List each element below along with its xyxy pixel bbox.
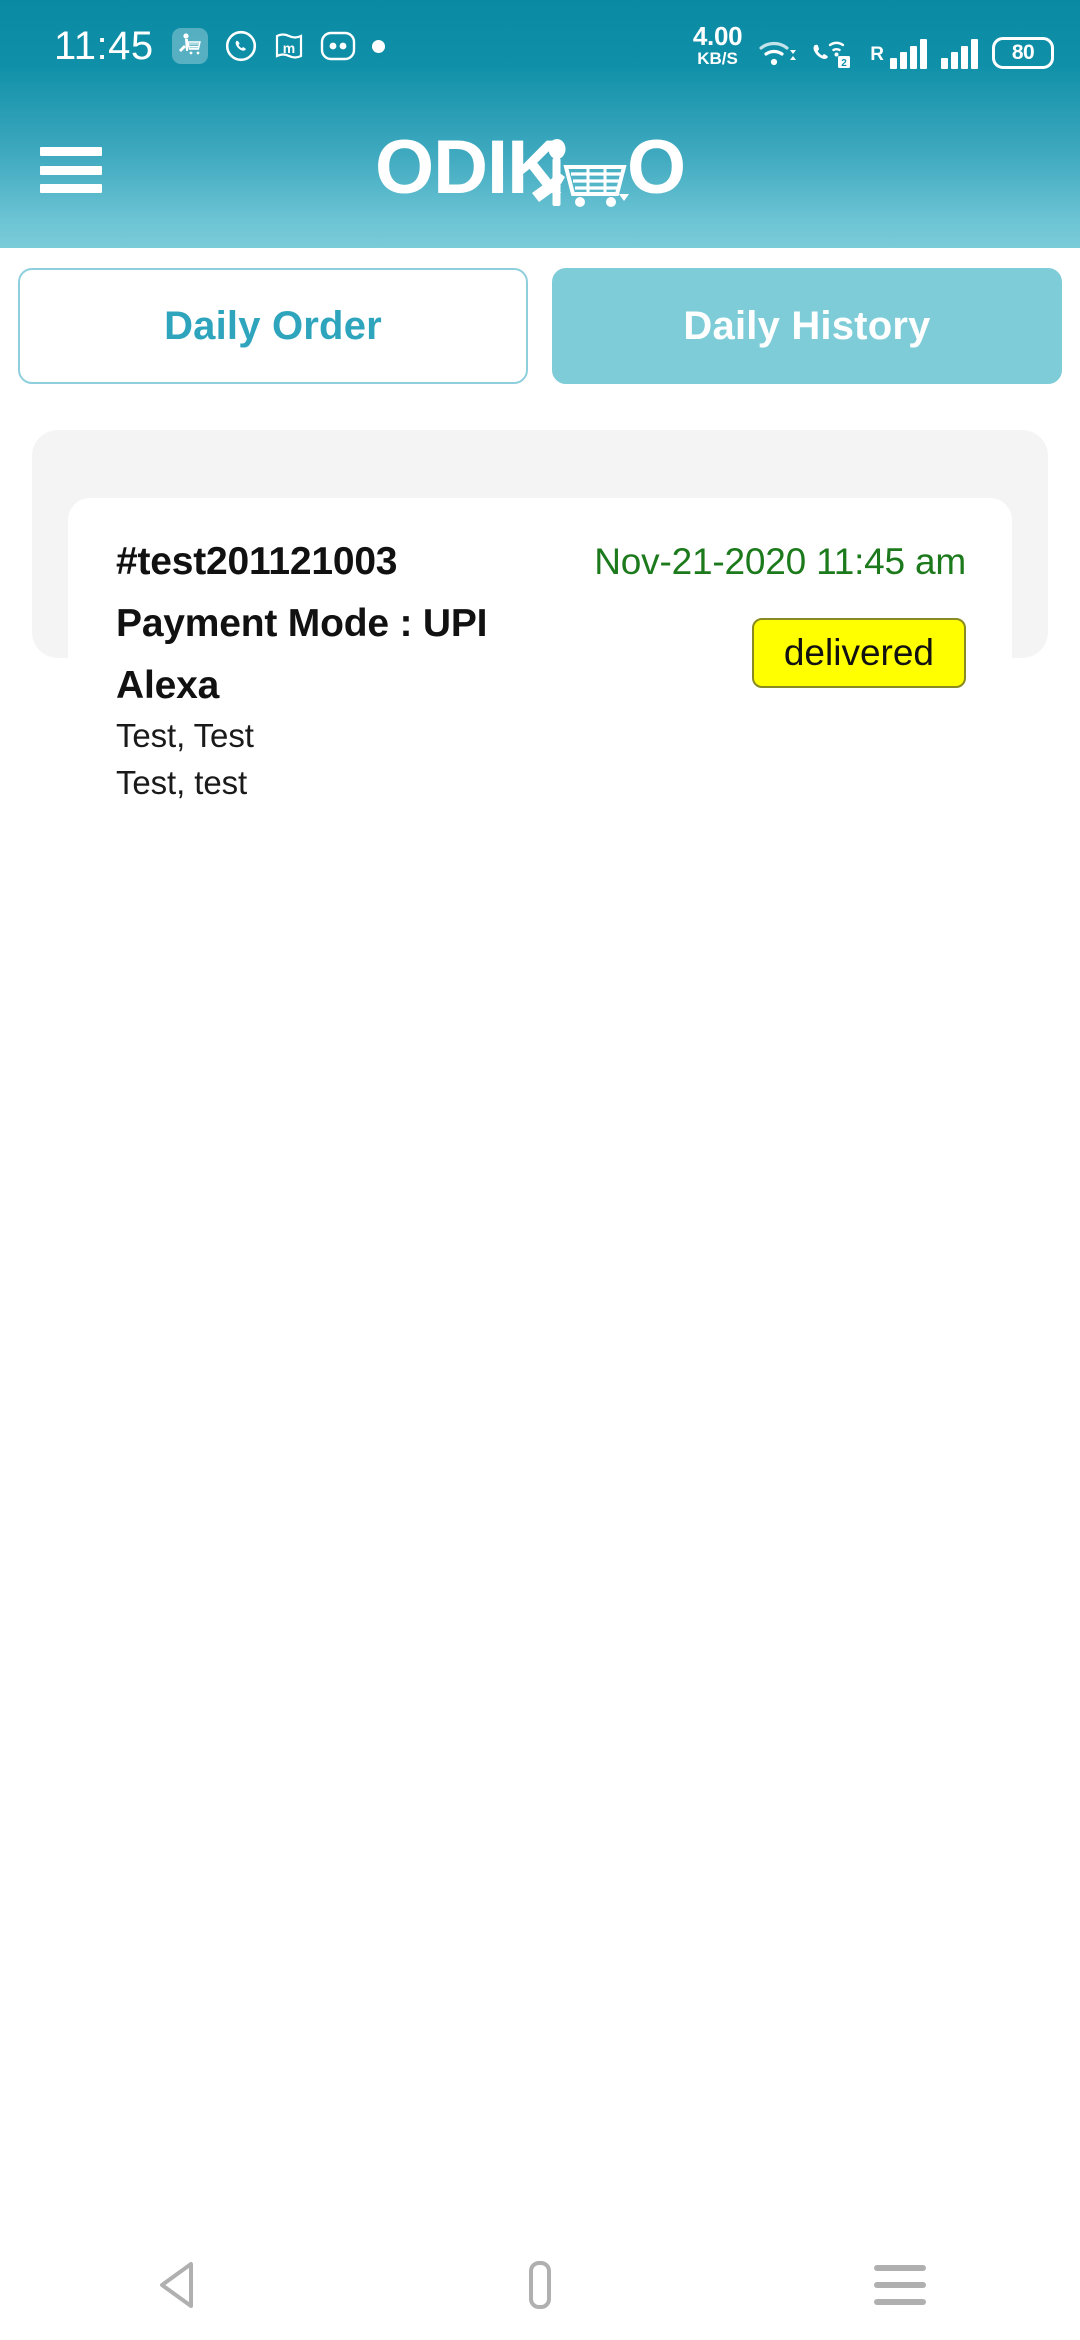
tab-daily-order[interactable]: Daily Order xyxy=(18,268,528,384)
order-datetime: Nov-21-2020 11:45 am xyxy=(594,541,966,582)
odikio-logo: ODIK O xyxy=(375,131,686,209)
back-triangle-icon xyxy=(160,2262,193,2308)
battery-level: 80 xyxy=(1011,41,1035,64)
app-screen: 11:45 m 4.00 KB/S 2 R 80 ODIK O Daily Or… xyxy=(0,0,1080,2340)
order-card-content: #test201121003 Nov-21-2020 11:45 am Paym… xyxy=(68,498,1012,810)
home-button[interactable] xyxy=(480,2250,600,2320)
vowifi-call-icon: 2 xyxy=(813,41,851,69)
whatsapp-icon xyxy=(225,30,256,62)
tab-daily-history-label: Daily History xyxy=(683,303,931,348)
roaming-label: R xyxy=(870,43,884,65)
android-nav-bar xyxy=(0,2230,1080,2340)
odikio-app-icon xyxy=(171,28,208,64)
network-speed-value: 4.00 xyxy=(692,21,743,51)
home-rounded-rect-icon xyxy=(529,2261,551,2309)
order-id: #test201121003 xyxy=(116,540,398,583)
address-line-1: Test, Test xyxy=(116,717,254,754)
status-badge[interactable]: delivered xyxy=(751,618,966,688)
status-clock: 11:45 xyxy=(54,24,154,68)
signal-bars-2 xyxy=(941,39,978,69)
signal-bars-icon-1: R xyxy=(870,35,927,69)
wifi-icon xyxy=(759,41,797,66)
logo-text-left: ODIK xyxy=(375,131,562,209)
back-button[interactable] xyxy=(120,2250,240,2320)
address-line-2: Test, test xyxy=(116,764,248,801)
hamburger-menu-icon[interactable] xyxy=(40,147,102,193)
signal-bars-icon-2 xyxy=(941,35,978,69)
battery-icon: 80 xyxy=(992,37,1054,69)
tab-daily-order-label: Daily Order xyxy=(164,303,382,348)
header: 11:45 m 4.00 KB/S 2 R 80 ODIK O xyxy=(0,0,1080,248)
network-speed-unit: KB/S xyxy=(697,49,738,68)
signal-bars-1 xyxy=(890,39,927,69)
sim-badge-number: 2 xyxy=(841,58,847,69)
notification-icons: m xyxy=(171,28,385,64)
svg-text:m: m xyxy=(282,40,294,56)
app-bar: ODIK O xyxy=(0,92,1080,248)
recents-hamburger-icon xyxy=(874,2265,926,2305)
two-dots-icon xyxy=(320,31,355,61)
recents-button[interactable] xyxy=(840,2250,960,2320)
status-bar-left: 11:45 m xyxy=(54,26,385,66)
order-card[interactable]: #test201121003 Nov-21-2020 11:45 am Paym… xyxy=(68,498,1012,810)
tab-daily-history[interactable]: Daily History xyxy=(552,268,1062,384)
dot-icon xyxy=(371,39,385,53)
tab-bar: Daily Order Daily History xyxy=(0,268,1080,384)
status-bar-right: 4.00 KB/S 2 R 80 xyxy=(693,23,1054,69)
app-logo: ODIK O xyxy=(325,131,755,209)
status-bar: 11:45 m 4.00 KB/S 2 R 80 xyxy=(0,0,1080,92)
network-speed-indicator: 4.00 KB/S xyxy=(692,21,743,69)
logo-text-right: O xyxy=(627,131,686,209)
order-header-row: #test201121003 Nov-21-2020 11:45 am xyxy=(116,540,966,584)
m-app-icon: m xyxy=(275,33,302,59)
